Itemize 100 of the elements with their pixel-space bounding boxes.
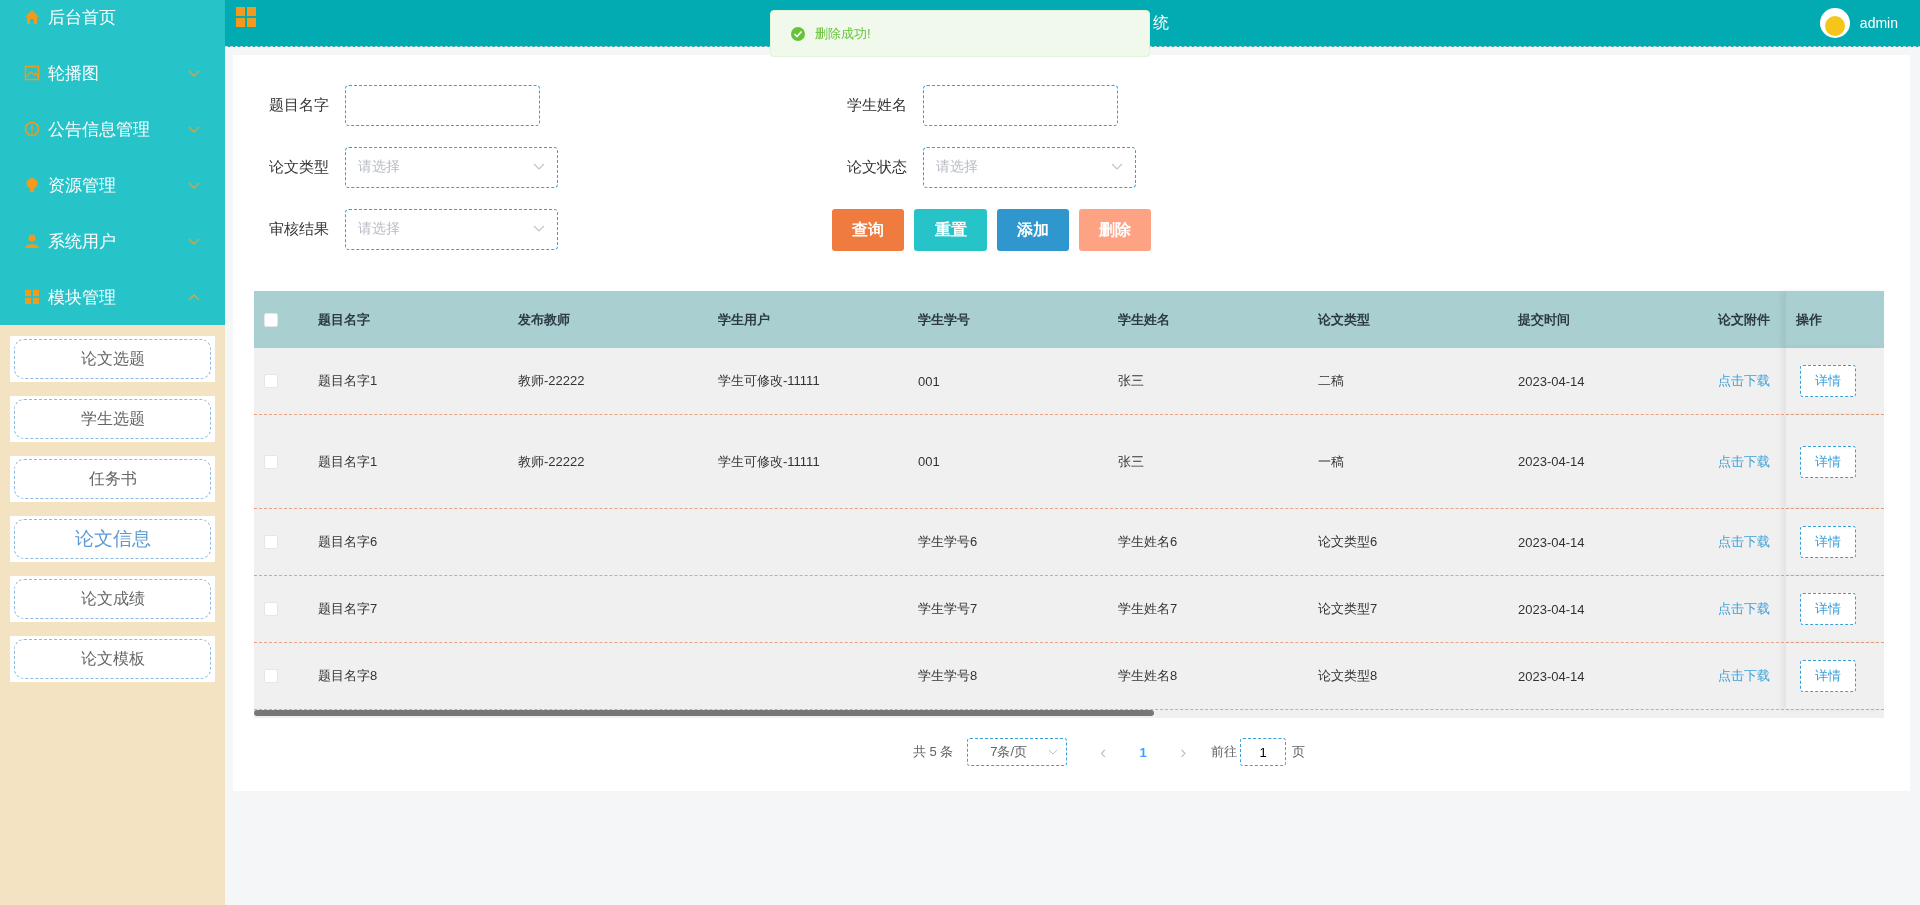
input-field[interactable] (923, 84, 1118, 126)
table-cell: 学生姓名6 (1118, 533, 1178, 551)
image-icon (24, 65, 40, 81)
field-label: 学生姓名 (846, 95, 908, 115)
table-cell: 题目名字1 (318, 452, 378, 471)
row-checkbox[interactable] (264, 535, 278, 549)
submenu-item[interactable]: 任务书 (14, 459, 211, 499)
table-cell: 论文类型6 (1318, 533, 1378, 551)
row-checkbox[interactable] (264, 374, 278, 388)
query-button[interactable]: 查询 (832, 209, 904, 251)
row-checkbox[interactable] (264, 454, 278, 469)
scrollbar-thumb[interactable] (254, 710, 1154, 716)
table-cell: 教师-22222 (518, 452, 585, 471)
menu-item[interactable]: 轮播图 (0, 45, 225, 101)
table-cell: 论文类型8 (1318, 667, 1378, 685)
column-header: 学生姓名 (1118, 310, 1171, 329)
table-cell: 学生姓名7 (1118, 600, 1178, 618)
table-cell: 题目名字8 (318, 667, 378, 685)
menu-item[interactable]: 资源管理 (0, 157, 225, 213)
menu-item[interactable]: 后台首页 (0, 0, 225, 45)
delete-button[interactable]: 删除 (1079, 209, 1151, 251)
toast-message: 删除成功! (815, 24, 871, 43)
column-header: 学生用户 (718, 310, 771, 329)
table-cell: 学生可修改-11111 (718, 372, 820, 390)
detail-button[interactable]: 详情 (1800, 593, 1856, 625)
menu-item[interactable]: 模块管理 (0, 269, 225, 325)
table-cell: 二稿 (1318, 372, 1344, 390)
header-title: 统 (1153, 12, 1169, 33)
previous-page-button[interactable]: ‹ (1085, 740, 1122, 764)
table-cell: 题目名字1 (318, 372, 378, 390)
grid-icon (236, 7, 256, 27)
download-link[interactable]: 点击下载 (1718, 533, 1770, 551)
table-cell: 001 (918, 454, 940, 469)
table-cell: 张三 (1118, 372, 1144, 390)
submenu-item[interactable]: 论文成绩 (14, 579, 211, 619)
download-link[interactable]: 点击下载 (1718, 372, 1770, 390)
column-header: 提交时间 (1518, 310, 1571, 329)
table-cell: 2023-04-14 (1518, 668, 1585, 684)
check-circle-icon (791, 26, 805, 41)
table-cell: 2023-04-14 (1518, 454, 1585, 469)
column-header: 操作 (1786, 291, 1884, 348)
detail-button[interactable]: 详情 (1800, 526, 1856, 558)
detail-button[interactable]: 详情 (1800, 445, 1856, 478)
column-header: 论文附件 (1718, 310, 1771, 329)
table-cell: 学生学号7 (918, 600, 978, 618)
select-field[interactable]: 请选择 (345, 146, 558, 188)
input-field[interactable] (345, 84, 540, 126)
download-link[interactable]: 点击下载 (1718, 600, 1770, 618)
goto-label: 前往 (1211, 743, 1238, 761)
menu-item[interactable]: 系统用户 (0, 213, 225, 269)
reset-button[interactable]: 重置 (914, 209, 987, 251)
page-input[interactable]: 1 (1240, 738, 1287, 766)
select-all-checkbox[interactable] (264, 312, 278, 327)
submenu-item[interactable]: 学生选题 (14, 399, 211, 439)
table-cell: 题目名字7 (318, 600, 378, 618)
select-field[interactable]: 请选择 (923, 146, 1136, 188)
table-cell: 学生学号6 (918, 533, 978, 551)
submenu-item[interactable]: 论文模板 (14, 639, 211, 679)
column-header: 发布教师 (518, 310, 571, 329)
table-cell: 学生可修改-11111 (718, 452, 820, 471)
table-cell: 001 (918, 373, 940, 389)
field-label: 审核结果 (268, 219, 330, 239)
table-cell: 学生学号8 (918, 667, 978, 685)
field-label: 论文类型 (268, 157, 330, 177)
user-name[interactable]: admin (1859, 15, 1898, 31)
grid-icon (24, 289, 40, 305)
field-label: 论文状态 (846, 157, 908, 177)
download-link[interactable]: 点击下载 (1718, 667, 1770, 685)
submenu-item[interactable]: 论文选题 (14, 339, 211, 379)
download-link[interactable]: 点击下载 (1718, 452, 1770, 471)
user-icon (24, 233, 40, 249)
home-icon (24, 9, 40, 25)
select-field[interactable]: 请选择 (345, 208, 558, 250)
page-number[interactable]: 1 (1121, 743, 1166, 761)
table-cell: 教师-22222 (518, 372, 585, 390)
chevron-icon (1048, 749, 1059, 755)
table-cell: 论文类型7 (1318, 600, 1378, 618)
row-checkbox[interactable] (264, 669, 278, 683)
avatar-icon (1818, 7, 1851, 39)
page-size-select[interactable]: 7条/页 (967, 738, 1068, 766)
table-cell: 张三 (1118, 452, 1144, 471)
menu-item[interactable]: 公告信息管理 (0, 101, 225, 157)
table-cell: 2023-04-14 (1518, 534, 1585, 550)
chevron-icon (533, 225, 545, 233)
bulb-icon (24, 177, 40, 193)
submenu-item[interactable]: 论文信息 (14, 519, 211, 559)
next-page-button[interactable]: › (1165, 740, 1202, 764)
table-cell: 2023-04-14 (1518, 373, 1585, 389)
column-header: 学生学号 (918, 310, 971, 329)
add-button[interactable]: 添加 (997, 209, 1069, 251)
detail-button[interactable]: 详情 (1800, 660, 1856, 692)
chevron-icon (533, 163, 545, 171)
column-header: 论文类型 (1318, 310, 1371, 329)
column-header: 题目名字 (318, 310, 371, 329)
row-checkbox[interactable] (264, 602, 278, 616)
total-count: 共 5 条 (912, 743, 954, 761)
detail-button[interactable]: 详情 (1800, 365, 1856, 397)
alert-icon (24, 121, 40, 137)
table-cell: 题目名字6 (318, 533, 378, 551)
chevron-icon (1111, 163, 1123, 171)
